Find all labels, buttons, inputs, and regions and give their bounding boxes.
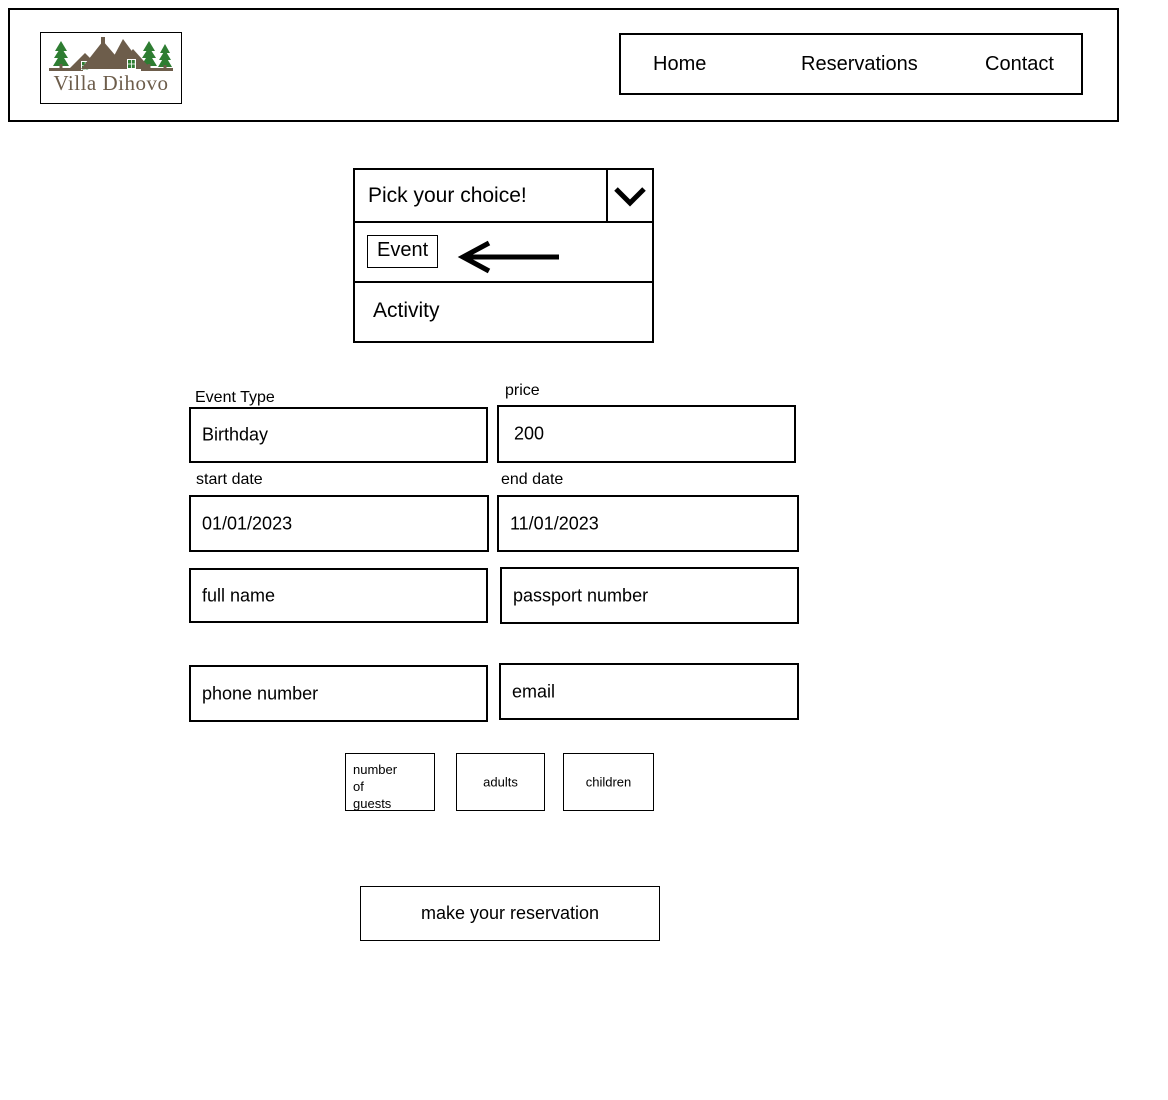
passport-number-placeholder: passport number (513, 585, 648, 606)
adults-placeholder: adults (457, 774, 544, 791)
make-reservation-button[interactable]: make your reservation (360, 886, 660, 941)
end-date-input[interactable]: 11/01/2023 (497, 495, 799, 552)
event-type-value: Birthday (202, 425, 268, 446)
passport-number-input[interactable]: passport number (500, 567, 799, 624)
phone-number-input[interactable]: phone number (189, 665, 488, 722)
children-placeholder: children (564, 774, 653, 791)
event-type-label: Event Type (195, 389, 275, 407)
reservation-form: Event Type Birthday price 200 start date… (0, 0, 1168, 1100)
number-of-guests-input[interactable]: number of guests (345, 753, 435, 811)
email-input[interactable]: email (499, 663, 799, 720)
start-date-value: 01/01/2023 (202, 513, 292, 534)
phone-number-placeholder: phone number (202, 683, 318, 704)
number-of-guests-placeholder: number of guests (353, 761, 397, 812)
email-placeholder: email (512, 681, 555, 702)
full-name-placeholder: full name (202, 585, 275, 606)
make-reservation-button-label: make your reservation (421, 903, 599, 924)
adults-input[interactable]: adults (456, 753, 545, 811)
price-label: price (505, 382, 540, 400)
end-date-label: end date (501, 471, 563, 489)
start-date-label: start date (196, 471, 263, 489)
price-input[interactable]: 200 (497, 405, 796, 463)
start-date-input[interactable]: 01/01/2023 (189, 495, 489, 552)
event-type-input[interactable]: Birthday (189, 407, 488, 463)
children-input[interactable]: children (563, 753, 654, 811)
full-name-input[interactable]: full name (189, 568, 488, 623)
price-value: 200 (514, 424, 544, 445)
end-date-value: 11/01/2023 (510, 513, 599, 534)
